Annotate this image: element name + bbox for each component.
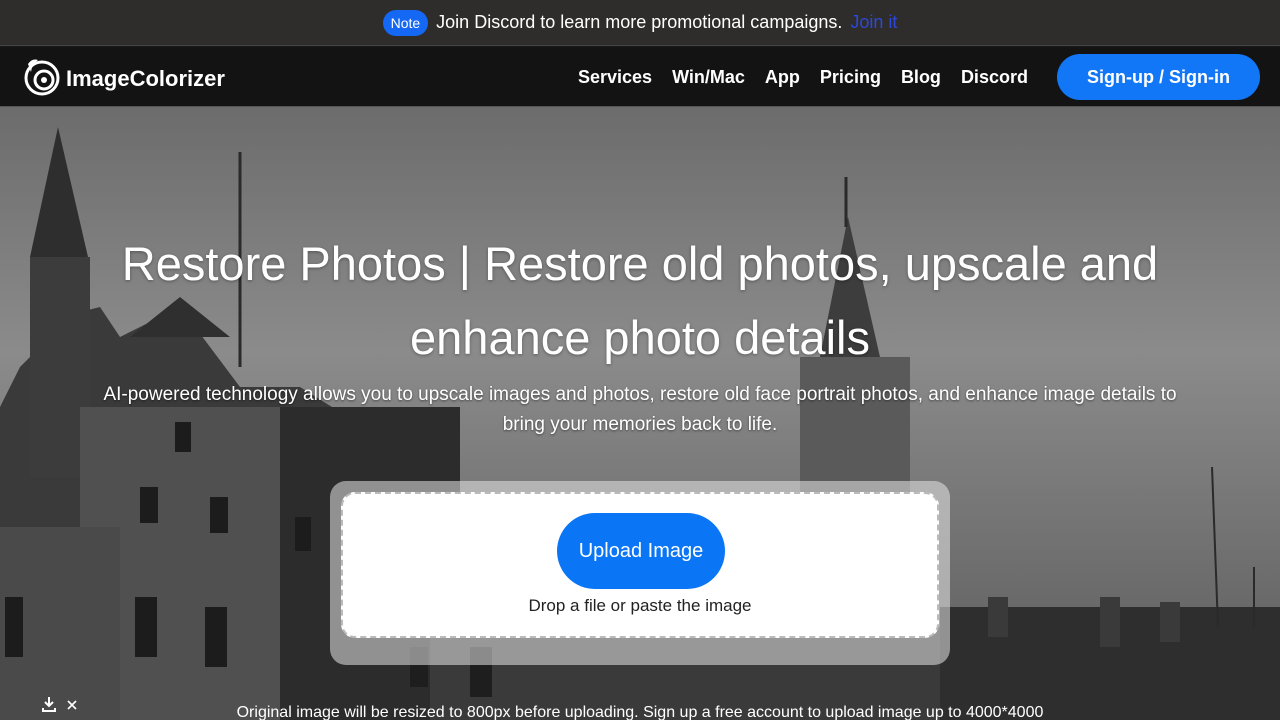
brand-logo[interactable]: ImageColorizer — [22, 56, 225, 102]
upload-hint: Drop a file or paste the image — [528, 596, 752, 615]
hero-title: Restore Photos | Restore old photos, ups… — [121, 237, 1159, 364]
site-header: ImageColorizer Services Win/Mac App Pric… — [0, 47, 1280, 107]
note-badge: Note — [382, 9, 429, 36]
upload-dropzone[interactable]: Upload Image Drop a file or paste the im… — [341, 492, 939, 638]
download-icon[interactable] — [40, 695, 58, 716]
hero-subtitle: AI-powered technology allows you to upsc… — [103, 384, 1177, 435]
resize-note: Original image will be resized to 800px … — [236, 704, 1044, 720]
promo-text: Join Discord to learn more promotional c… — [436, 12, 843, 32]
main-nav: Services Win/Mac App Pricing Blog Discor… — [578, 47, 1028, 107]
nav-app[interactable]: App — [765, 67, 800, 88]
nav-services[interactable]: Services — [578, 67, 652, 88]
nav-blog[interactable]: Blog — [901, 67, 941, 88]
upload-image-button[interactable]: Upload Image — [557, 513, 725, 589]
signin-button[interactable]: Sign-up / Sign-in — [1057, 54, 1260, 100]
corner-tools — [40, 695, 78, 716]
hero-section: Restore Photos | Restore old photos, ups… — [0, 107, 1280, 720]
promo-bar: Note Join Discord to learn more promotio… — [0, 0, 1280, 46]
nav-discord[interactable]: Discord — [961, 67, 1028, 88]
close-icon[interactable] — [66, 698, 78, 714]
brand-name: ImageColorizer — [66, 66, 225, 91]
join-discord-link[interactable]: Join it — [850, 12, 897, 33]
swirl-logo-icon — [22, 56, 60, 102]
upload-panel: Upload Image Drop a file or paste the im… — [330, 481, 950, 665]
nav-win-mac[interactable]: Win/Mac — [672, 67, 745, 88]
nav-pricing[interactable]: Pricing — [820, 67, 881, 88]
